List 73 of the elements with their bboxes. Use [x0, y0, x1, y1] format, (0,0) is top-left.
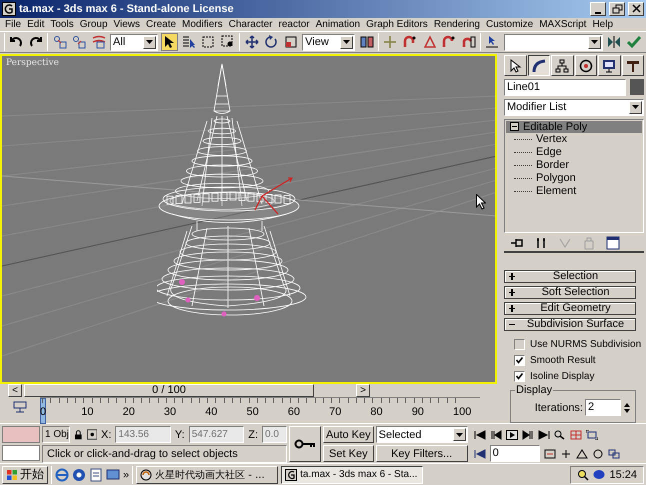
dropdown-value: Modifier List — [507, 101, 566, 114]
rollout-header[interactable]: Edit Geometry — [504, 302, 636, 315]
frame-number: 30 — [164, 406, 176, 418]
checkbox-label: Use NURMS Subdivision — [530, 339, 642, 350]
menu-item[interactable]: Modifiers — [179, 18, 226, 31]
sub-object-level[interactable]: Element — [536, 184, 576, 198]
sub-object-level[interactable]: Polygon — [536, 172, 576, 185]
modifier-list-dropdown[interactable]: Modifier List — [504, 99, 644, 116]
next-frame-button[interactable]: > — [356, 384, 370, 397]
menu-item[interactable]: Views — [110, 18, 144, 31]
dropdown-value: All — [113, 36, 126, 48]
frame-number: 0 — [40, 406, 46, 418]
window-title: ta.max - 3ds max 6 - Stand-alone License — [19, 3, 235, 15]
current-frame-field[interactable]: 0 — [490, 445, 540, 462]
coordinate-field[interactable]: 547.627 — [188, 426, 244, 443]
frame-number: 50 — [246, 406, 259, 418]
menu-item[interactable]: Tools — [47, 18, 77, 31]
frame-number: 20 — [122, 406, 135, 418]
previous-frame-button[interactable]: < — [8, 384, 22, 397]
coordinate-field[interactable]: 0.0 — [262, 426, 287, 443]
frame-number: 90 — [412, 406, 424, 418]
frame-number: 60 — [288, 406, 300, 418]
menu-item[interactable]: Help — [589, 18, 616, 31]
rollout-header[interactable]: Selection — [504, 270, 636, 283]
iterations-field[interactable]: 2 — [585, 399, 621, 416]
dropdown-value: Selected — [378, 428, 422, 440]
start-button[interactable]: 开始 — [2, 466, 48, 484]
coordinate-field[interactable]: 143.56 — [115, 426, 171, 443]
sub-object-level[interactable]: Vertex — [536, 132, 568, 146]
menu-item[interactable]: File — [2, 18, 24, 31]
frame-number: 100 — [453, 406, 472, 418]
viewport[interactable]: Perspective — [0, 54, 497, 384]
set-key-mode-button[interactable]: Set Key — [323, 445, 374, 462]
sub-object-level[interactable]: Edge — [536, 146, 562, 159]
menu-item[interactable]: Create — [143, 18, 180, 31]
menu-item[interactable]: Animation — [312, 18, 364, 31]
selection-filter-dropdown[interactable]: All — [110, 34, 158, 50]
rollout-header[interactable]: Soft Selection — [504, 286, 636, 299]
frame-number: 10 — [81, 406, 94, 418]
auto-key-button[interactable]: Auto Key — [323, 426, 374, 443]
menu-item[interactable]: reactor — [276, 18, 313, 31]
viewport-label[interactable]: Perspective — [6, 58, 59, 68]
menu-item[interactable]: Customize — [482, 18, 536, 31]
taskbar-button[interactable]: 火星时代动画大社区 - ... — [136, 466, 278, 484]
menu-item[interactable]: Rendering — [430, 18, 483, 31]
field-label: Iterations: — [534, 402, 583, 414]
menu-item[interactable]: Group — [76, 18, 111, 31]
coordinate-label: X: — [101, 428, 112, 440]
frame-number: 40 — [205, 406, 218, 418]
coordinate-label: Y: — [174, 428, 185, 440]
checkbox-label: Isoline Display — [530, 371, 594, 382]
coordinate-label: Z: — [248, 428, 258, 440]
rollout-header[interactable]: Subdivision Surface — [504, 318, 636, 331]
key-filters-button[interactable]: Key Filters... — [376, 445, 468, 462]
sub-object-level[interactable]: Border — [536, 158, 570, 172]
key-mode-dropdown[interactable]: Selected — [376, 426, 468, 443]
menu-item[interactable]: MAXScript — [536, 18, 590, 31]
object-name-field[interactable]: Line01 — [504, 79, 626, 96]
stack-item[interactable]: Editable Poly — [506, 120, 642, 133]
taskbar-button[interactable]: ta.max - 3ds max 6 - Sta... — [281, 466, 424, 484]
menu-item[interactable]: Graph Editors — [363, 18, 431, 31]
clock: 15:24 — [609, 468, 637, 480]
dropdown-value: View — [305, 36, 329, 48]
more-button[interactable]: » — [123, 468, 130, 480]
group-title: Display — [515, 384, 554, 396]
frame-number: 80 — [370, 406, 383, 418]
reference-coordinate-dropdown[interactable]: View — [302, 34, 356, 50]
checkbox-label: Smooth Result — [530, 355, 596, 366]
menu-item[interactable]: Character — [226, 18, 276, 31]
timeline-ruler[interactable]: 0 10 20 30 40 50 60 70 80 90 100 — [40, 397, 480, 423]
frame-number: 70 — [329, 406, 342, 418]
selection-count-field: 1 Obj — [42, 426, 70, 443]
menu-item[interactable]: Edit — [24, 18, 48, 31]
